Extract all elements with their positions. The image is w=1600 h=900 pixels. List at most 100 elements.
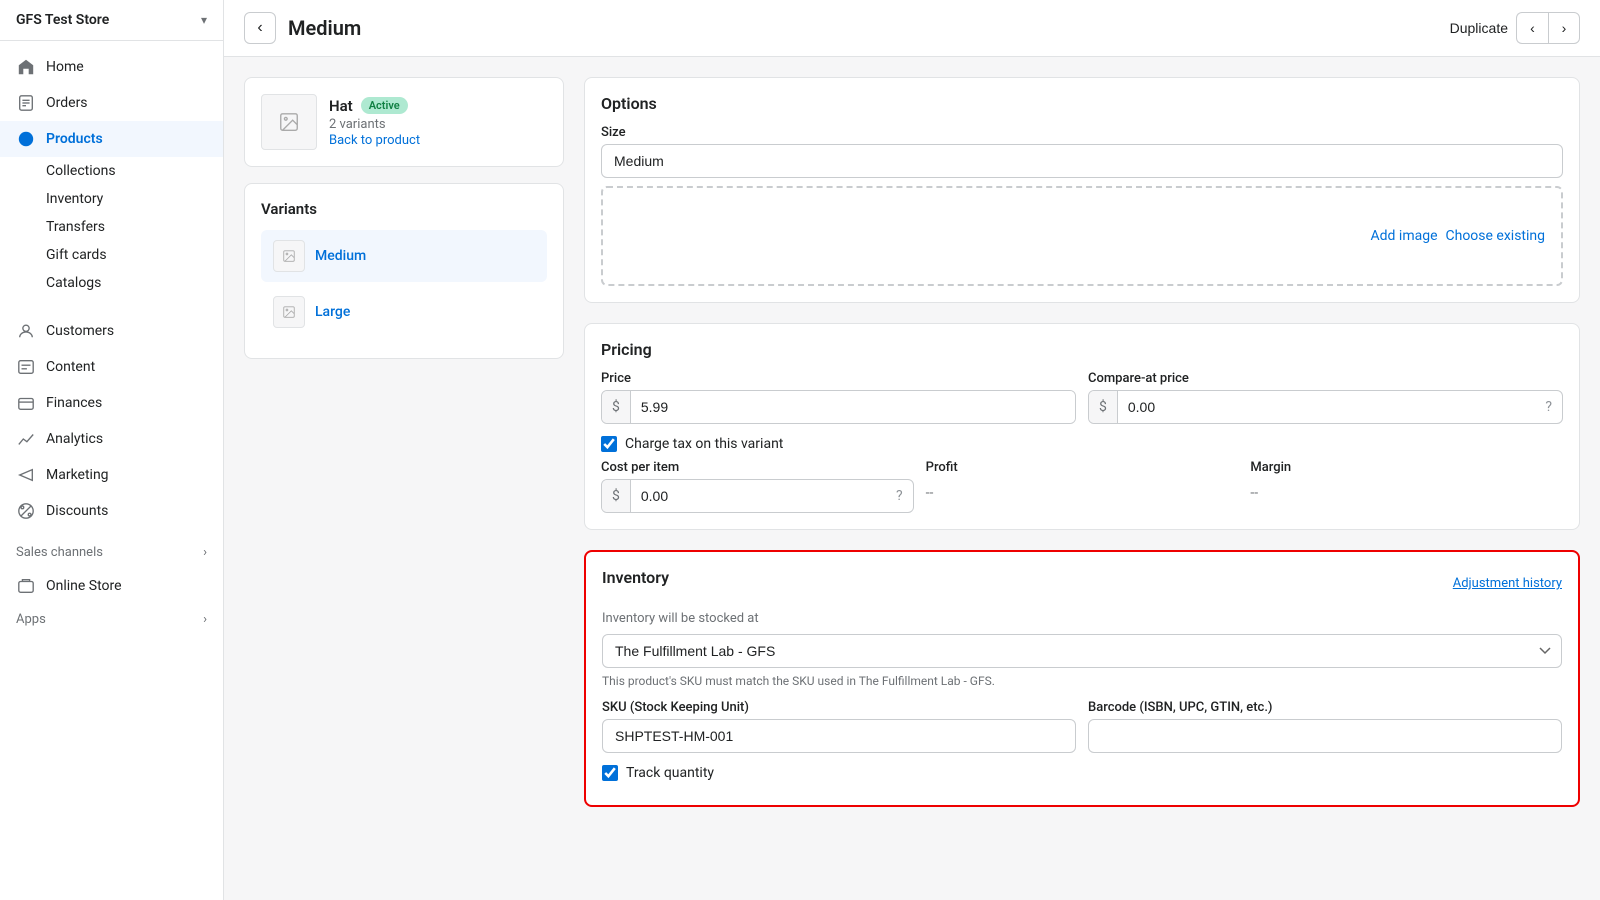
sidebar-sub-collections[interactable]: Collections — [0, 157, 223, 185]
sidebar-item-customers[interactable]: Customers — [0, 313, 223, 349]
sidebar-item-online-store[interactable]: Online Store — [0, 568, 223, 604]
right-panel: Options Size Add image Choose existing P… — [584, 77, 1580, 880]
product-card: Hat Active 2 variants Back to product — [244, 77, 564, 167]
track-quantity-row: Track quantity — [602, 765, 1562, 781]
location-select[interactable]: The Fulfillment Lab - GFS — [602, 634, 1562, 668]
add-image-link[interactable]: Add image — [1371, 228, 1438, 244]
apps-label: Apps — [16, 612, 46, 627]
charge-tax-label: Charge tax on this variant — [625, 436, 783, 452]
online-store-icon — [16, 576, 36, 596]
sidebar-item-customers-label: Customers — [46, 323, 114, 339]
next-button[interactable]: › — [1548, 12, 1580, 44]
variant-medium-label: Medium — [315, 248, 366, 264]
profit-field: Profit -- — [926, 460, 1239, 513]
inventory-warning: This product's SKU must match the SKU us… — [602, 674, 1562, 688]
variant-medium-icon — [273, 240, 305, 272]
content-icon — [16, 357, 36, 377]
variant-large-label: Large — [315, 304, 350, 320]
content-area: Hat Active 2 variants Back to product Va… — [224, 57, 1600, 900]
margin-value: -- — [1250, 485, 1563, 501]
sku-label: SKU (Stock Keeping Unit) — [602, 700, 1076, 715]
profit-label: Profit — [926, 460, 1239, 475]
charge-tax-row: Charge tax on this variant — [601, 436, 1563, 452]
sku-field: SKU (Stock Keeping Unit) — [602, 700, 1076, 753]
apps-chevron-icon: › — [203, 612, 207, 627]
sidebar-item-content-label: Content — [46, 359, 95, 375]
products-submenu: Collections Inventory Transfers Gift car… — [0, 157, 223, 297]
sidebar-item-discounts-label: Discounts — [46, 503, 108, 519]
sidebar-sub-catalogs[interactable]: Catalogs — [0, 269, 223, 297]
back-to-product-link[interactable]: Back to product — [329, 133, 420, 148]
inventory-subtitle: Inventory will be stocked at — [602, 611, 1562, 626]
marketing-icon — [16, 465, 36, 485]
sidebar-item-products[interactable]: Products — [0, 121, 223, 157]
sidebar-item-orders-label: Orders — [46, 95, 88, 111]
adjustment-history-link[interactable]: Adjustment history — [1453, 576, 1562, 591]
size-label: Size — [601, 125, 1563, 140]
page-title: Medium — [288, 16, 361, 40]
inventory-title: Inventory — [602, 568, 669, 587]
product-variants: 2 variants — [329, 117, 547, 132]
duplicate-button[interactable]: Duplicate — [1450, 20, 1508, 36]
cost-help-icon[interactable]: ? — [886, 480, 913, 512]
sidebar-item-marketing-label: Marketing — [46, 467, 109, 483]
sidebar-item-home[interactable]: Home — [0, 49, 223, 85]
price-field: Price $ — [601, 371, 1076, 424]
cost-input-wrapper: $ ? — [601, 479, 914, 513]
cost-field: Cost per item $ ? — [601, 460, 914, 513]
sidebar-sub-transfers[interactable]: Transfers — [0, 213, 223, 241]
product-image — [261, 94, 317, 150]
cost-input[interactable] — [631, 480, 886, 512]
discounts-icon — [16, 501, 36, 521]
product-name: Hat Active — [329, 97, 547, 115]
sidebar-item-finances[interactable]: Finances — [0, 385, 223, 421]
price-input[interactable] — [631, 391, 1075, 423]
prev-button[interactable]: ‹ — [1516, 12, 1548, 44]
sidebar-sub-gift-cards[interactable]: Gift cards — [0, 241, 223, 269]
sales-channels-section[interactable]: Sales channels › — [0, 537, 223, 568]
barcode-input[interactable] — [1088, 719, 1562, 753]
sidebar-item-analytics-label: Analytics — [46, 431, 103, 447]
sidebar-item-products-label: Products — [46, 131, 103, 147]
variant-item-medium[interactable]: Medium — [261, 230, 547, 282]
back-button[interactable]: ‹ — [244, 12, 276, 44]
track-quantity-checkbox[interactable] — [602, 765, 618, 781]
topbar: ‹ Medium Duplicate ‹ › — [224, 0, 1600, 57]
main-nav: Home Orders Products Collections Invento… — [0, 41, 223, 305]
sku-row: SKU (Stock Keeping Unit) Barcode (ISBN, … — [602, 700, 1562, 753]
choose-existing-link[interactable]: Choose existing — [1446, 228, 1546, 244]
sales-channels-chevron-icon: › — [203, 545, 207, 560]
variant-item-large[interactable]: Large — [261, 286, 547, 338]
apps-section[interactable]: Apps › — [0, 604, 223, 635]
topbar-left: ‹ Medium — [244, 12, 361, 44]
pricing-row: Price $ Compare-at price $ ? — [601, 371, 1563, 424]
compare-help-icon[interactable]: ? — [1535, 391, 1562, 423]
sidebar-item-content[interactable]: Content — [0, 349, 223, 385]
product-info: Hat Active 2 variants Back to product — [329, 97, 547, 148]
barcode-label: Barcode (ISBN, UPC, GTIN, etc.) — [1088, 700, 1562, 715]
sidebar: GFS Test Store ▾ Home Orders Products Co… — [0, 0, 224, 900]
sidebar-item-discounts[interactable]: Discounts — [0, 493, 223, 529]
price-currency: $ — [602, 391, 631, 423]
sidebar-item-finances-label: Finances — [46, 395, 102, 411]
barcode-field: Barcode (ISBN, UPC, GTIN, etc.) — [1088, 700, 1562, 753]
finances-icon — [16, 393, 36, 413]
sidebar-item-analytics[interactable]: Analytics — [0, 421, 223, 457]
sidebar-item-orders[interactable]: Orders — [0, 85, 223, 121]
main-area: ‹ Medium Duplicate ‹ › Hat Active — [224, 0, 1600, 900]
store-selector[interactable]: GFS Test Store ▾ — [0, 0, 223, 41]
product-status-badge: Active — [361, 97, 408, 114]
pricing-card: Pricing Price $ Compare-at price $ — [584, 323, 1580, 530]
inventory-header: Inventory Adjustment history — [602, 568, 1562, 599]
sidebar-item-marketing[interactable]: Marketing — [0, 457, 223, 493]
sidebar-item-online-store-label: Online Store — [46, 578, 122, 594]
compare-price-input[interactable] — [1118, 391, 1536, 423]
size-input[interactable] — [601, 144, 1563, 178]
product-name-text: Hat — [329, 97, 353, 115]
nav-arrows: ‹ › — [1516, 12, 1580, 44]
sku-input[interactable] — [602, 719, 1076, 753]
analytics-icon — [16, 429, 36, 449]
charge-tax-checkbox[interactable] — [601, 436, 617, 452]
topbar-right: Duplicate ‹ › — [1450, 12, 1580, 44]
sidebar-sub-inventory[interactable]: Inventory — [0, 185, 223, 213]
